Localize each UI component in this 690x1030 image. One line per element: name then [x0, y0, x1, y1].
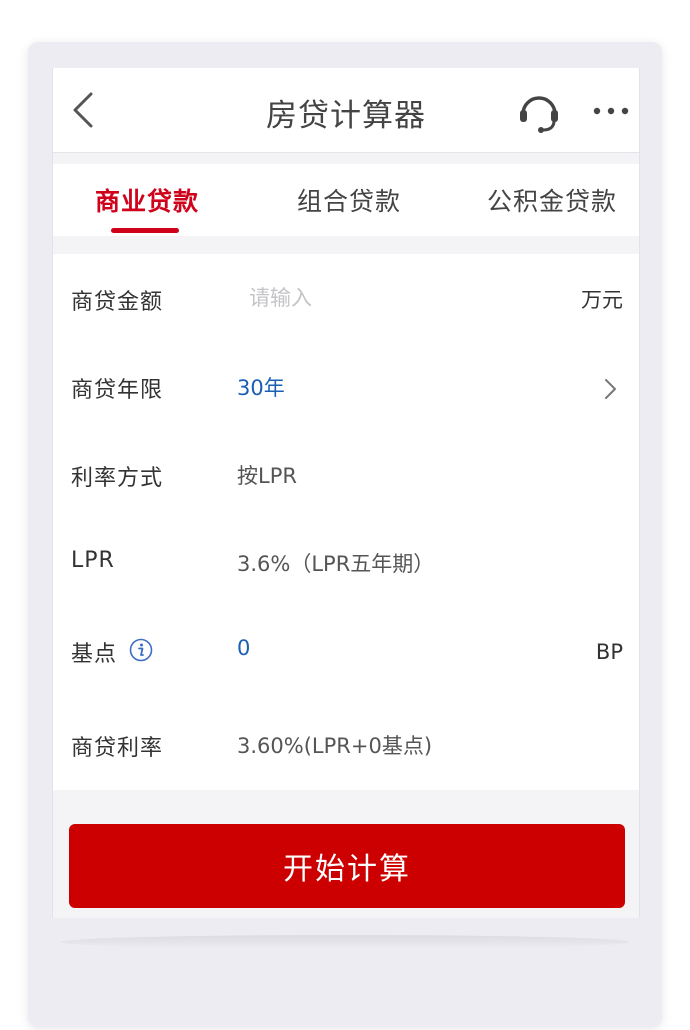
loan-rate-label: 商贷利率	[71, 736, 164, 761]
active-tab-indicator	[111, 228, 179, 233]
lpr-label: LPR	[71, 548, 115, 573]
rate-mode-label: 利率方式	[71, 466, 164, 491]
rate-mode-row: 利率方式 按LPR	[53, 446, 639, 506]
info-icon[interactable]	[129, 638, 153, 662]
loan-term-label: 商贷年限	[71, 378, 164, 403]
rate-mode-value: 按LPR	[237, 464, 297, 488]
navigation-bar: 房贷计算器	[53, 68, 639, 153]
headset-icon	[520, 96, 558, 133]
basis-point-value[interactable]: 0	[237, 636, 250, 660]
loan-term-row[interactable]: 商贷年限 30年	[53, 358, 639, 418]
app-screen: 房贷计算器 商业贷款 组合贷款 公积金贷款 商贷金额 请输入 万元 商贷年限 3…	[52, 68, 640, 918]
loan-rate-row: 商贷利率 3.60%(LPR+0基点)	[53, 716, 639, 776]
basis-point-label: 基点	[71, 642, 118, 667]
loan-term-value: 30年	[237, 376, 285, 400]
loan-type-tabs: 商业贷款 组合贷款 公积金贷款	[53, 164, 639, 236]
tab-commercial-loan[interactable]: 商业贷款	[95, 182, 199, 218]
chevron-right-icon	[605, 379, 616, 399]
more-button[interactable]	[591, 98, 631, 124]
start-calculate-button[interactable]: 开始计算	[69, 824, 625, 908]
basis-point-row: 基点 0 BP	[53, 622, 639, 682]
more-dots-icon	[593, 107, 629, 115]
loan-rate-value: 3.60%(LPR+0基点)	[237, 734, 433, 758]
loan-amount-input[interactable]	[237, 280, 561, 316]
basis-point-unit: BP	[595, 640, 623, 664]
loan-amount-unit: 万元	[581, 288, 623, 312]
tab-combined-loan[interactable]: 组合贷款	[297, 182, 401, 218]
tab-provident-fund-loan[interactable]: 公积金贷款	[487, 182, 617, 218]
lpr-row: LPR 3.6%（LPR五年期）	[53, 534, 639, 594]
loan-amount-row: 商贷金额 万元	[53, 270, 639, 330]
customer-service-button[interactable]	[517, 90, 561, 134]
bottom-shadow	[60, 935, 630, 949]
loan-amount-label: 商贷金额	[71, 290, 164, 315]
lpr-value: 3.6%（LPR五年期）	[237, 552, 435, 576]
loan-form: 商贷金额 万元 商贷年限 30年 利率方式 按LPR LPR 3.6%（LPR五…	[53, 254, 639, 790]
